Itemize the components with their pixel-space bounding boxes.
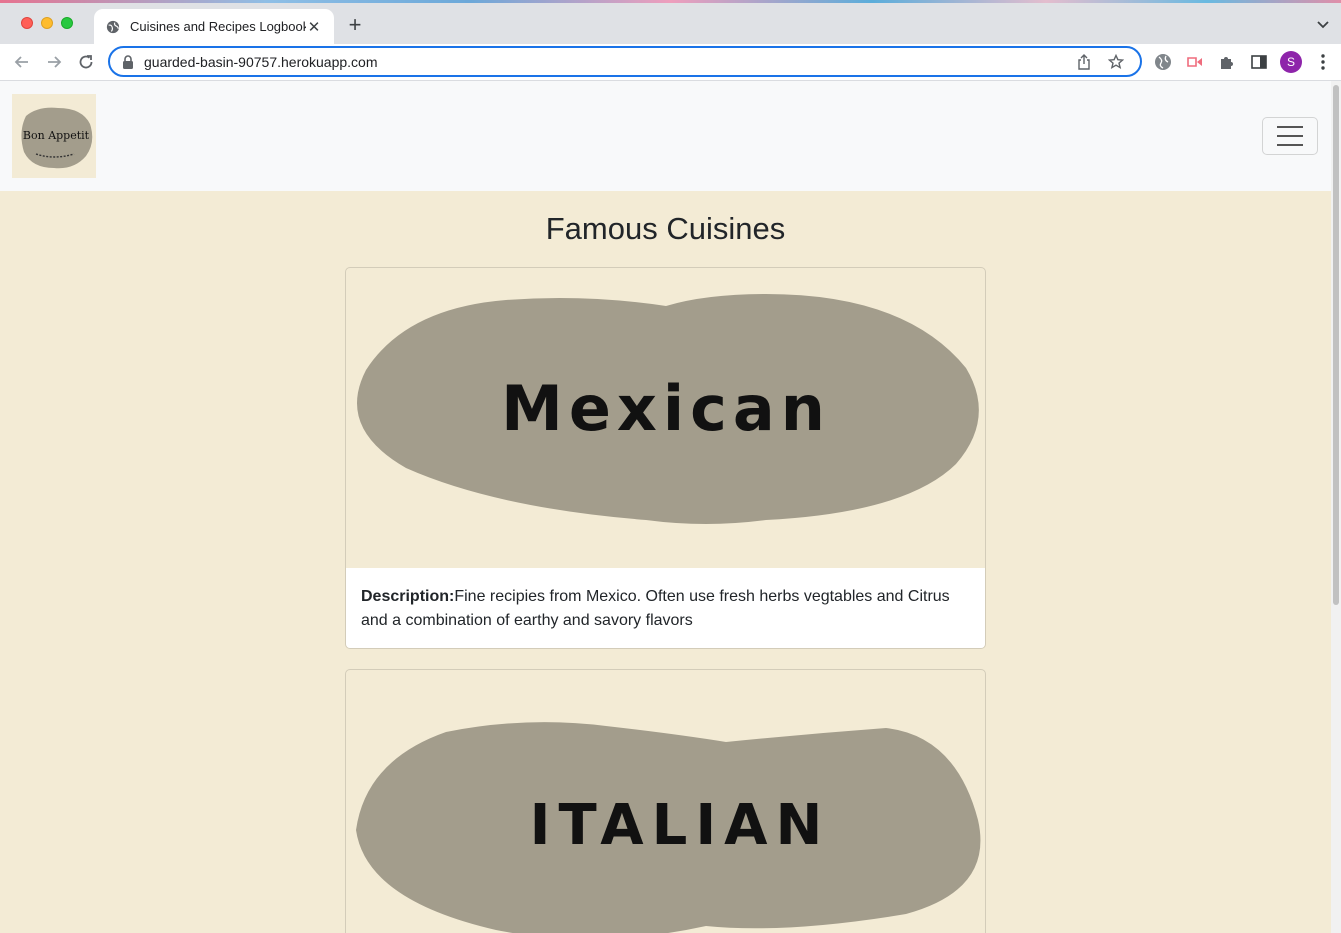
navbar-toggle-button[interactable] [1262, 117, 1318, 155]
reload-icon[interactable] [76, 52, 96, 72]
chevron-down-icon[interactable] [1315, 16, 1331, 32]
tab-strip-decoration [0, 0, 1341, 3]
card-body: Description:Fine recipies from Mexico. O… [346, 568, 985, 648]
page-scrollbar[interactable] [1331, 81, 1341, 933]
new-tab-button[interactable]: + [344, 14, 366, 36]
cuisine-image-text: Mexican [501, 372, 831, 445]
page-title: Famous Cuisines [545, 211, 786, 246]
cuisine-card-italian[interactable]: ITALIAN [345, 669, 986, 933]
site-navbar: Bon Appetit [0, 81, 1331, 191]
window-minimize-button[interactable] [41, 17, 53, 29]
hamburger-line [1277, 135, 1303, 137]
browser-tab-strip: Cuisines and Recipes Logbook ✕ + [0, 0, 1341, 44]
logo-graphic: Bon Appetit [21, 107, 93, 169]
star-icon[interactable] [1108, 53, 1124, 70]
site-logo[interactable]: Bon Appetit [12, 94, 96, 178]
puzzle-icon[interactable] [1218, 53, 1236, 71]
side-panel-icon[interactable] [1250, 53, 1268, 71]
cuisine-image[interactable]: Mexican [346, 268, 985, 568]
browser-toolbar: guarded-basin-90757.herokuapp.com S [0, 44, 1341, 81]
extension-record-icon[interactable] [1186, 53, 1204, 71]
hamburger-line [1277, 126, 1303, 128]
extension-globe-icon[interactable] [1154, 53, 1172, 71]
tab-close-icon[interactable]: ✕ [306, 18, 322, 36]
lock-icon[interactable] [122, 54, 134, 69]
cuisine-image-text: ITALIAN [530, 793, 831, 858]
cuisine-image[interactable]: ITALIAN [346, 670, 985, 933]
page-viewport: Bon Appetit Famous Cuisines Mexican Desc… [0, 81, 1331, 933]
profile-avatar[interactable]: S [1280, 51, 1302, 73]
description-label: Description: [361, 588, 455, 605]
address-bar[interactable]: guarded-basin-90757.herokuapp.com [108, 46, 1142, 77]
more-options-icon[interactable] [1316, 53, 1330, 71]
tab-title: Cuisines and Recipes Logbook [130, 19, 306, 34]
browser-tab[interactable]: Cuisines and Recipes Logbook ✕ [94, 9, 334, 44]
back-arrow-icon[interactable] [12, 52, 32, 72]
window-zoom-button[interactable] [61, 17, 73, 29]
window-close-button[interactable] [21, 17, 33, 29]
logo-text: Bon Appetit [23, 129, 90, 142]
hamburger-line [1277, 144, 1303, 146]
scrollbar-thumb[interactable] [1333, 85, 1339, 605]
forward-arrow-icon[interactable] [44, 52, 64, 72]
globe-icon [106, 20, 120, 33]
share-icon[interactable] [1076, 53, 1092, 70]
cuisine-card-mexican[interactable]: Mexican Description:Fine recipies from M… [345, 267, 986, 649]
url-text[interactable]: guarded-basin-90757.herokuapp.com [144, 54, 1076, 70]
